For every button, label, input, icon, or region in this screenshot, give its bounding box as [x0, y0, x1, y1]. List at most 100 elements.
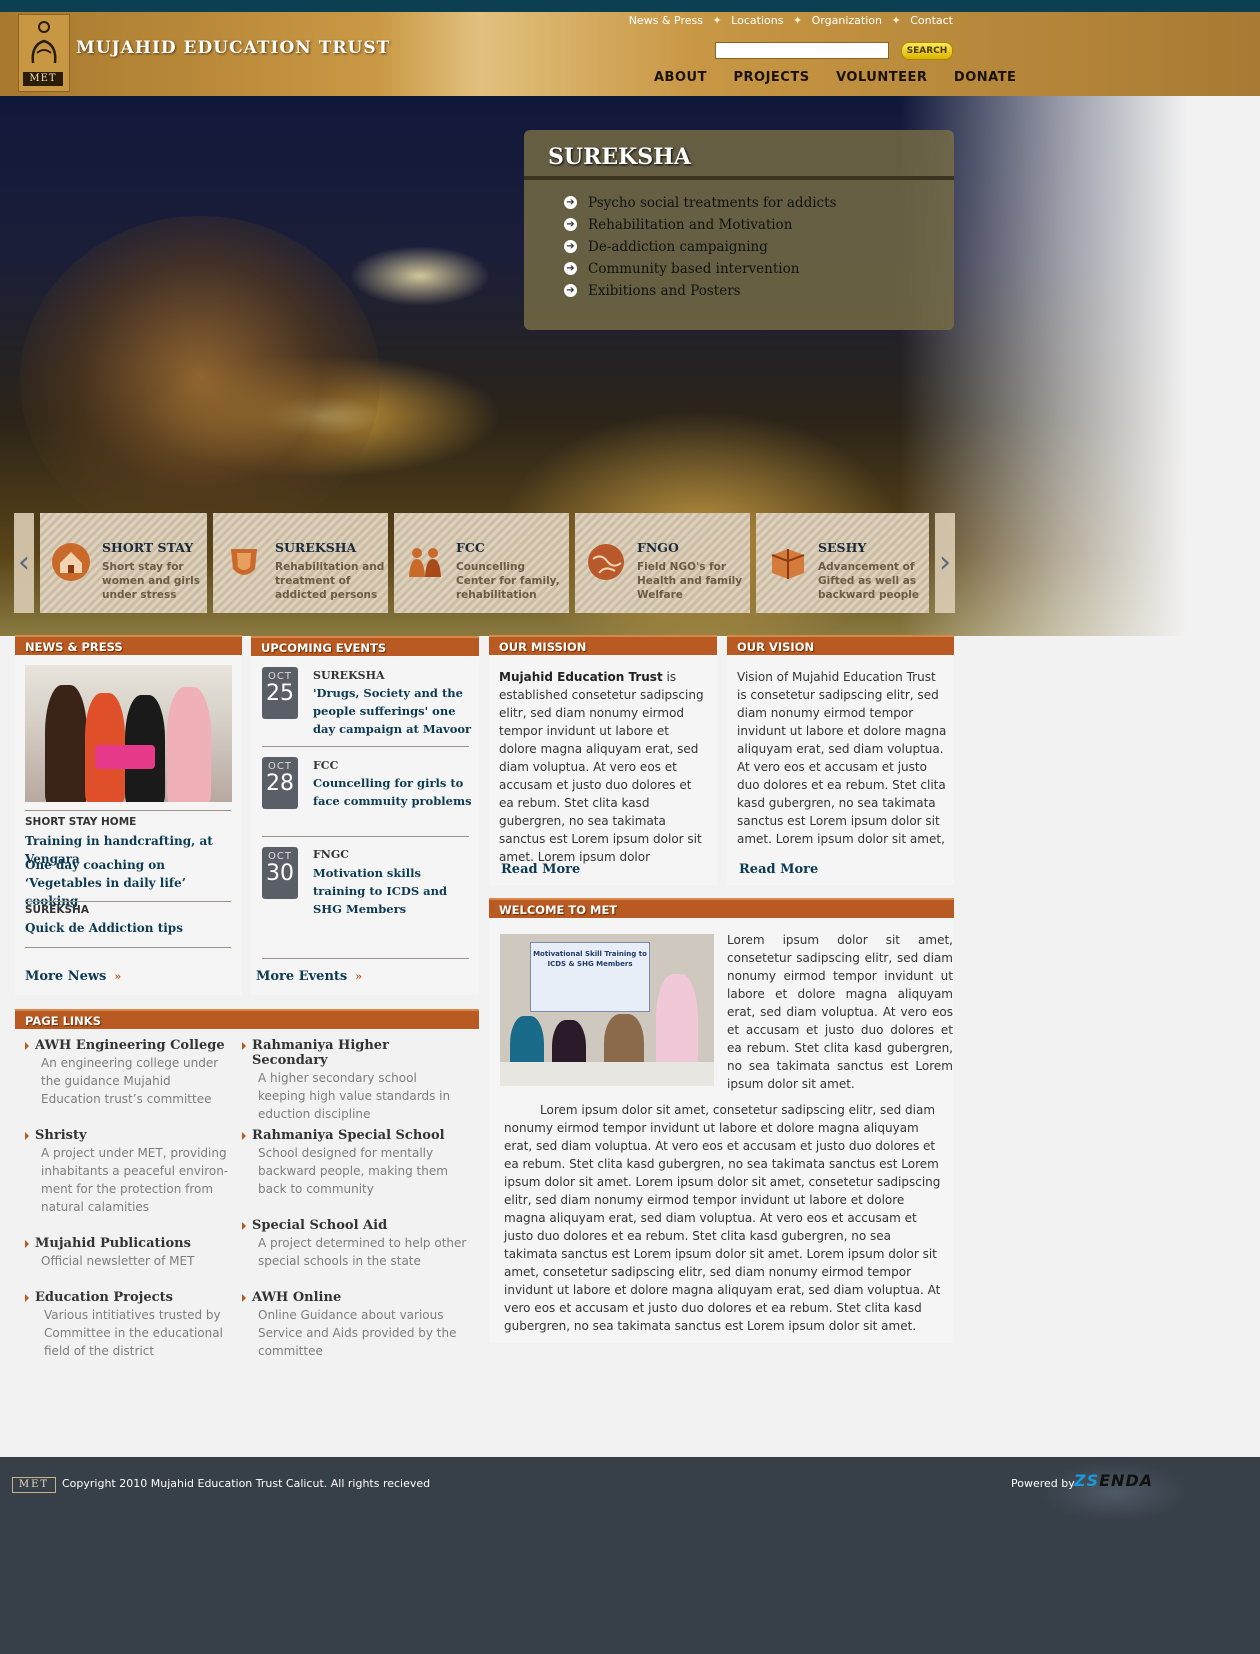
- page-link-item[interactable]: Rahmaniya Higher Secondary A higher secon…: [242, 1038, 467, 1123]
- hero-bullet: ➔ Exibitions and Posters: [564, 280, 836, 302]
- mission-header: OUR MISSION: [489, 635, 717, 655]
- triangle-bullet-icon: [25, 1240, 29, 1248]
- shield-icon: [231, 549, 257, 575]
- page-links-header: PAGE LINKS: [15, 1009, 479, 1029]
- divider: [25, 810, 231, 811]
- page-link-item[interactable]: Special School Aid A project determined t…: [242, 1218, 467, 1270]
- page-link-item[interactable]: Shristy A project under MET, providing in…: [25, 1128, 230, 1216]
- divider: [262, 746, 469, 747]
- page-link-title: AWH Online: [252, 1290, 342, 1305]
- page-link-item[interactable]: AWH Engineering College An engineering co…: [25, 1038, 230, 1108]
- event-day: 25: [266, 681, 294, 706]
- event-day: 28: [266, 771, 294, 796]
- news-item-link[interactable]: Quick de Addiction tips: [25, 919, 235, 937]
- top-link-news[interactable]: News & Press: [629, 14, 703, 27]
- arrow-right-icon: ➔: [564, 196, 577, 209]
- welcome-body-text: Lorem ipsum dolor sit amet, consetetur s…: [504, 1103, 941, 1333]
- event-category: FNGC: [313, 848, 350, 861]
- zsenda-logo[interactable]: ZSENDA: [1074, 1471, 1153, 1490]
- page-link-title: Shristy: [35, 1128, 87, 1143]
- hero-bullet-text: Psycho social treatments for addicts: [588, 195, 837, 211]
- nav-volunteer[interactable]: VOLUNTEER: [836, 70, 927, 85]
- divider: [262, 958, 469, 959]
- page-link-desc: Various intitiatives trusted by Committe…: [44, 1308, 223, 1358]
- program-card-sureksha[interactable]: SUREKSHA Rehabilitation and treatment of…: [213, 513, 388, 613]
- powered-by-label: Powered by: [1011, 1477, 1075, 1490]
- nav-about[interactable]: ABOUT: [654, 70, 707, 85]
- nav-donate[interactable]: DONATE: [954, 70, 1017, 85]
- page-link-item[interactable]: Education Projects Various intitiatives t…: [25, 1290, 230, 1360]
- page-link-desc: Online Guidance about various Service an…: [258, 1308, 457, 1358]
- nav-projects[interactable]: PROJECTS: [733, 70, 809, 85]
- programs-carousel: ‹ SHORT STAY Short stay for women and gi…: [14, 513, 955, 613]
- top-link-contact[interactable]: Contact: [910, 14, 953, 27]
- event-title-link[interactable]: 'Drugs, Society and the people suffering…: [313, 684, 473, 738]
- welcome-header: WELCOME TO MET: [489, 898, 954, 918]
- news-category: SHORT STAY HOME: [25, 816, 137, 828]
- program-card-fcc[interactable]: FCC Councelling Center for family, rehab…: [394, 513, 569, 613]
- main-nav: ABOUT PROJECTS VOLUNTEER DONATE: [654, 70, 1038, 85]
- gift-icon: [771, 549, 805, 579]
- page-link-desc: A project under MET, providing inhabitan…: [41, 1146, 229, 1214]
- news-photo[interactable]: [25, 665, 232, 802]
- page-link-title: Special School Aid: [252, 1218, 388, 1233]
- program-card-fngo[interactable]: FNGO Field NGO's for Health and family W…: [575, 513, 750, 613]
- program-title: SHORT STAY: [102, 540, 194, 555]
- search-input[interactable]: [715, 42, 889, 59]
- program-desc: Short stay for women and girls under str…: [102, 561, 200, 601]
- welcome-side-text: Lorem ipsum dolor sit amet, consetetur s…: [727, 933, 953, 1091]
- page-link-title: Rahmaniya Higher Secondary: [252, 1038, 389, 1068]
- program-desc: Advancement of Gifted as well as backwar…: [818, 561, 920, 601]
- page-link-item[interactable]: Mujahid Publications Official newsletter …: [25, 1236, 230, 1270]
- page-link-item[interactable]: AWH Online Online Guidance about various …: [242, 1290, 467, 1360]
- more-events-link[interactable]: More Events »: [256, 969, 362, 984]
- program-title: FNGO: [637, 540, 679, 555]
- site-logo[interactable]: MET: [18, 14, 70, 92]
- page-link-desc: Official newsletter of MET: [41, 1254, 195, 1268]
- triangle-bullet-icon: [25, 1132, 29, 1140]
- house-icon: [52, 543, 90, 581]
- page-link-item[interactable]: Rahmaniya Special School School designed …: [242, 1128, 457, 1198]
- family-icon: [409, 548, 441, 577]
- globe-icon: [588, 544, 624, 580]
- program-desc: Rehabilitation and treatment of addicted…: [275, 561, 385, 601]
- hero-bullet: ➔ Community based intervention: [564, 258, 836, 280]
- vision-read-more-link[interactable]: Read More: [739, 862, 818, 877]
- program-card-seshy[interactable]: SESHY Advancement of Gifted as well as b…: [756, 513, 929, 613]
- double-chevron-icon: »: [114, 970, 122, 983]
- site-header: MET MUJAHID EDUCATION TRUST News & Press…: [0, 12, 1260, 96]
- search-button[interactable]: SEARCH: [901, 42, 953, 60]
- page-link-desc: An engineering college under the guidanc…: [41, 1056, 219, 1106]
- arrow-right-icon: ➔: [564, 262, 577, 275]
- event-title-link[interactable]: Councelling for girls to face commuity p…: [313, 774, 473, 810]
- hero-panel-divider: [524, 176, 954, 180]
- page-link-title: AWH Engineering College: [35, 1038, 225, 1053]
- mission-text: Mujahid Education Trust is established c…: [499, 668, 709, 866]
- event-category: SUREKSHA: [313, 669, 385, 682]
- more-news-link[interactable]: More News »: [25, 969, 121, 984]
- hero-bullet: ➔ Rehabilitation and Motivation: [564, 214, 836, 236]
- news-header: NEWS & PRESS: [15, 635, 242, 655]
- carousel-prev-icon[interactable]: ‹: [14, 513, 34, 613]
- hero-bullet: ➔ Psycho social treatments for addicts: [564, 192, 836, 214]
- welcome-photo[interactable]: Motivational Skill Training to ICDS & SH…: [500, 934, 714, 1086]
- footer-logo[interactable]: MET: [12, 1477, 56, 1493]
- program-title: SUREKSHA: [275, 540, 357, 555]
- site-title: MUJAHID EDUCATION TRUST: [76, 38, 391, 58]
- triangle-bullet-icon: [242, 1132, 246, 1140]
- arrow-right-icon: ➔: [564, 218, 577, 231]
- mission-read-more-link[interactable]: Read More: [501, 862, 580, 877]
- logo-figure-icon: [31, 21, 57, 64]
- divider: [262, 836, 469, 837]
- triangle-bullet-icon: [25, 1042, 29, 1050]
- top-link-locations[interactable]: Locations: [731, 14, 783, 27]
- event-title-link[interactable]: Motivation skills training to ICDS and S…: [313, 864, 473, 918]
- top-link-organization[interactable]: Organization: [812, 14, 882, 27]
- star-separator-icon: ✦: [891, 14, 901, 27]
- carousel-next-icon[interactable]: ›: [935, 513, 955, 613]
- arrow-right-icon: ➔: [564, 240, 577, 253]
- divider: [25, 901, 231, 902]
- event-category: FCC: [313, 759, 339, 772]
- triangle-bullet-icon: [242, 1042, 246, 1050]
- program-card-short-stay[interactable]: SHORT STAY Short stay for women and girl…: [40, 513, 207, 613]
